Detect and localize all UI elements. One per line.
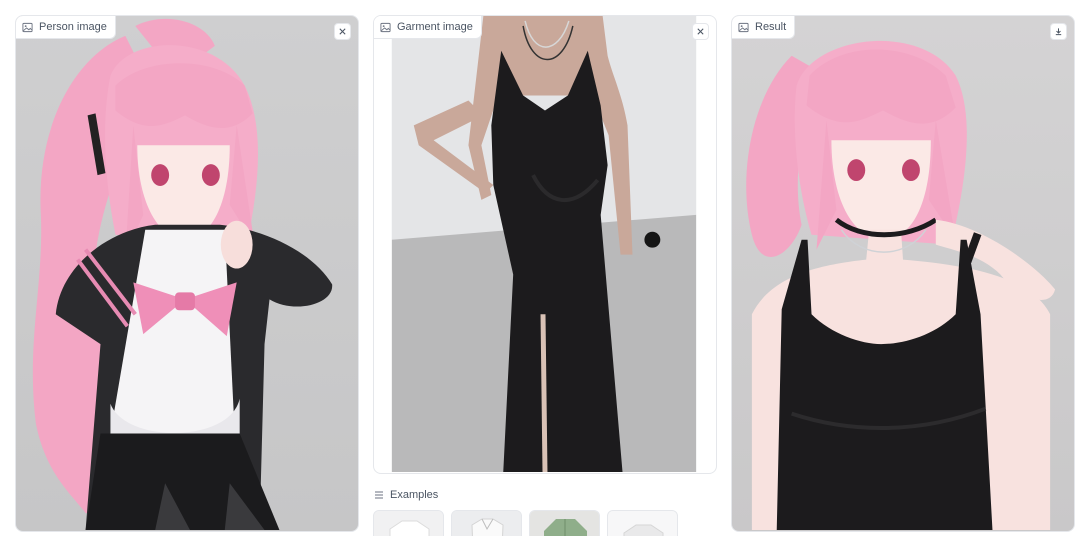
result-label-tag: Result <box>732 16 796 39</box>
image-icon <box>22 22 33 32</box>
white-tshirt-thumbnail <box>374 511 443 536</box>
example-thumb-green-jacket[interactable] <box>529 510 600 536</box>
list-icon <box>375 491 383 499</box>
garment-image-picture <box>391 16 697 473</box>
image-icon <box>380 22 391 32</box>
result-label: Result <box>755 21 787 33</box>
examples-header: Examples <box>374 489 438 501</box>
garment-image-label: Garment image <box>397 21 473 33</box>
person-image-panel[interactable]: Person image <box>15 15 359 532</box>
download-icon <box>1055 28 1062 36</box>
image-icon <box>738 22 749 32</box>
result-panel: Result <box>731 15 1075 532</box>
clear-person-image-button[interactable] <box>334 23 351 40</box>
white-top-thumbnail <box>452 511 521 536</box>
garment-image-panel[interactable]: Garment image <box>373 15 717 474</box>
example-thumb-white-top[interactable] <box>451 510 522 536</box>
person-image-label: Person image <box>39 21 107 33</box>
close-icon <box>697 28 704 35</box>
close-icon <box>339 28 346 35</box>
garment-image-label-tag: Garment image <box>374 16 482 39</box>
download-result-button[interactable] <box>1050 23 1067 40</box>
examples-gallery <box>373 510 678 536</box>
green-jacket-thumbnail <box>530 511 599 536</box>
examples-label: Examples <box>390 489 439 501</box>
example-thumb-white-tshirt-2[interactable] <box>607 510 678 536</box>
tryon-app: Person image Garment image Result Exampl… <box>0 0 1080 536</box>
clear-garment-image-button[interactable] <box>692 23 709 40</box>
person-image-label-tag: Person image <box>16 16 116 39</box>
white-tshirt-2-thumbnail <box>608 511 677 536</box>
example-thumb-white-tshirt[interactable] <box>373 510 444 536</box>
person-image-picture <box>32 18 333 530</box>
result-image-picture <box>746 40 1056 530</box>
